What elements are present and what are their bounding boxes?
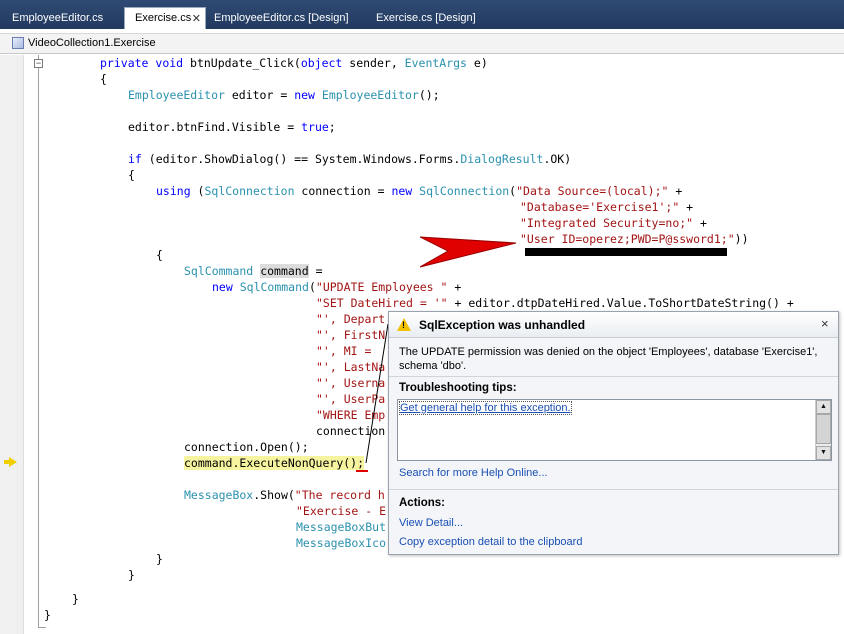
class-icon	[12, 37, 24, 49]
copy-exception-detail-link[interactable]: Copy exception detail to the clipboard	[399, 536, 582, 548]
code-line[interactable]: connection.Open();	[184, 439, 309, 455]
view-detail-link[interactable]: View Detail...	[399, 517, 463, 529]
tab-label: EmployeeEditor.cs	[12, 12, 104, 24]
code-line[interactable]: "', Userna	[316, 375, 385, 391]
code-line[interactable]: }	[156, 551, 163, 567]
general-help-link[interactable]: Get general help for this exception.	[399, 401, 572, 415]
code-line[interactable]: "Integrated Security=no;" +	[520, 215, 707, 231]
member-navigation-bar[interactable]: VideoCollection1.Exercise	[0, 33, 844, 54]
close-icon[interactable]: ✕	[192, 12, 201, 25]
code-line[interactable]: "', FirstN	[316, 327, 385, 343]
dialog-header: ! SqlException was unhandled ×	[389, 312, 838, 338]
scroll-up-icon[interactable]: ▲	[816, 400, 831, 414]
tab-label: Exercise.cs [Design]	[376, 12, 476, 24]
code-line[interactable]: "', Depart	[316, 311, 385, 327]
code-line[interactable]: "', LastNa	[316, 359, 385, 375]
exception-assistant-dialog: ! SqlException was unhandled × The UPDAT…	[388, 311, 839, 555]
tab-employeeeditor-cs[interactable]: EmployeeEditor.cs	[2, 8, 122, 29]
warning-icon-mark: !	[402, 320, 405, 330]
tab-label: EmployeeEditor.cs [Design]	[214, 12, 349, 24]
divider	[389, 489, 838, 490]
outline-line-end	[38, 627, 46, 628]
code-line[interactable]: new SqlCommand("UPDATE Employees " +	[212, 279, 461, 295]
red-arrow-icon	[420, 236, 517, 268]
code-line[interactable]: "User ID=operez;PWD=P@ssword1;"))	[520, 231, 749, 247]
code-line[interactable]: private void btnUpdate_Click(object send…	[100, 55, 488, 71]
tab-exercise-cs[interactable]: Exercise.cs ✕	[124, 7, 206, 29]
code-line[interactable]: MessageBoxBut	[296, 519, 386, 535]
code-line[interactable]: using (SqlConnection connection = new Sq…	[156, 183, 682, 199]
code-line[interactable]: "WHERE Emp	[316, 407, 385, 423]
redaction-bar	[525, 248, 727, 256]
code-line[interactable]: "', UserPa	[316, 391, 385, 407]
code-line[interactable]: "', MI =	[316, 343, 378, 359]
troubleshooting-heading: Troubleshooting tips:	[399, 382, 517, 394]
code-line[interactable]: {	[128, 167, 135, 183]
troubleshooting-tips-list[interactable]: Get general help for this exception. ▲ ▼	[397, 399, 832, 461]
divider	[389, 376, 838, 377]
dialog-title: SqlException was unhandled	[419, 318, 586, 332]
code-line[interactable]: }	[44, 607, 51, 623]
code-line-current-statement[interactable]: command.ExecuteNonQuery();	[184, 455, 365, 471]
code-line[interactable]: if (editor.ShowDialog() == System.Window…	[128, 151, 571, 167]
code-line[interactable]: }	[72, 591, 79, 607]
tab-exercise-design[interactable]: Exercise.cs [Design]	[366, 8, 506, 29]
scroll-thumb[interactable]	[816, 414, 831, 444]
code-line[interactable]: MessageBoxIco	[296, 535, 386, 551]
scroll-down-icon[interactable]: ▼	[816, 446, 831, 460]
code-line[interactable]: EmployeeEditor editor = new EmployeeEdit…	[128, 87, 440, 103]
code-line[interactable]: {	[100, 71, 107, 87]
code-line[interactable]: editor.btnFind.Visible = true;	[128, 119, 336, 135]
code-line[interactable]: MessageBox.Show("The record h	[184, 487, 385, 503]
code-line[interactable]: "SET DateHired = '" + editor.dtpDateHire…	[316, 295, 794, 311]
code-line[interactable]: }	[128, 567, 135, 583]
code-line[interactable]: "Database='Exercise1';" +	[520, 199, 693, 215]
outline-line	[38, 55, 39, 628]
exception-message: The UPDATE permission was denied on the …	[399, 346, 818, 372]
tab-label: Exercise.cs	[135, 12, 192, 24]
code-line[interactable]: "Exercise - E	[296, 503, 386, 519]
code-line[interactable]: SqlCommand command =	[184, 263, 323, 279]
code-line[interactable]: {	[156, 247, 163, 263]
code-line[interactable]: connection	[316, 423, 385, 439]
document-tab-strip: EmployeeEditor.cs Exercise.cs ✕ Employee…	[0, 0, 844, 29]
tips-scrollbar[interactable]: ▲ ▼	[815, 400, 831, 460]
navbar-member-label: VideoCollection1.Exercise	[28, 37, 156, 49]
close-icon[interactable]: ×	[821, 316, 829, 331]
tab-employeeeditor-design[interactable]: EmployeeEditor.cs [Design]	[204, 8, 364, 29]
collapse-icon[interactable]: −	[34, 59, 43, 68]
actions-heading: Actions:	[399, 497, 445, 509]
current-statement-arrow-icon	[9, 457, 17, 467]
search-help-online-link[interactable]: Search for more Help Online...	[399, 467, 548, 479]
indicator-margin[interactable]	[0, 55, 24, 634]
